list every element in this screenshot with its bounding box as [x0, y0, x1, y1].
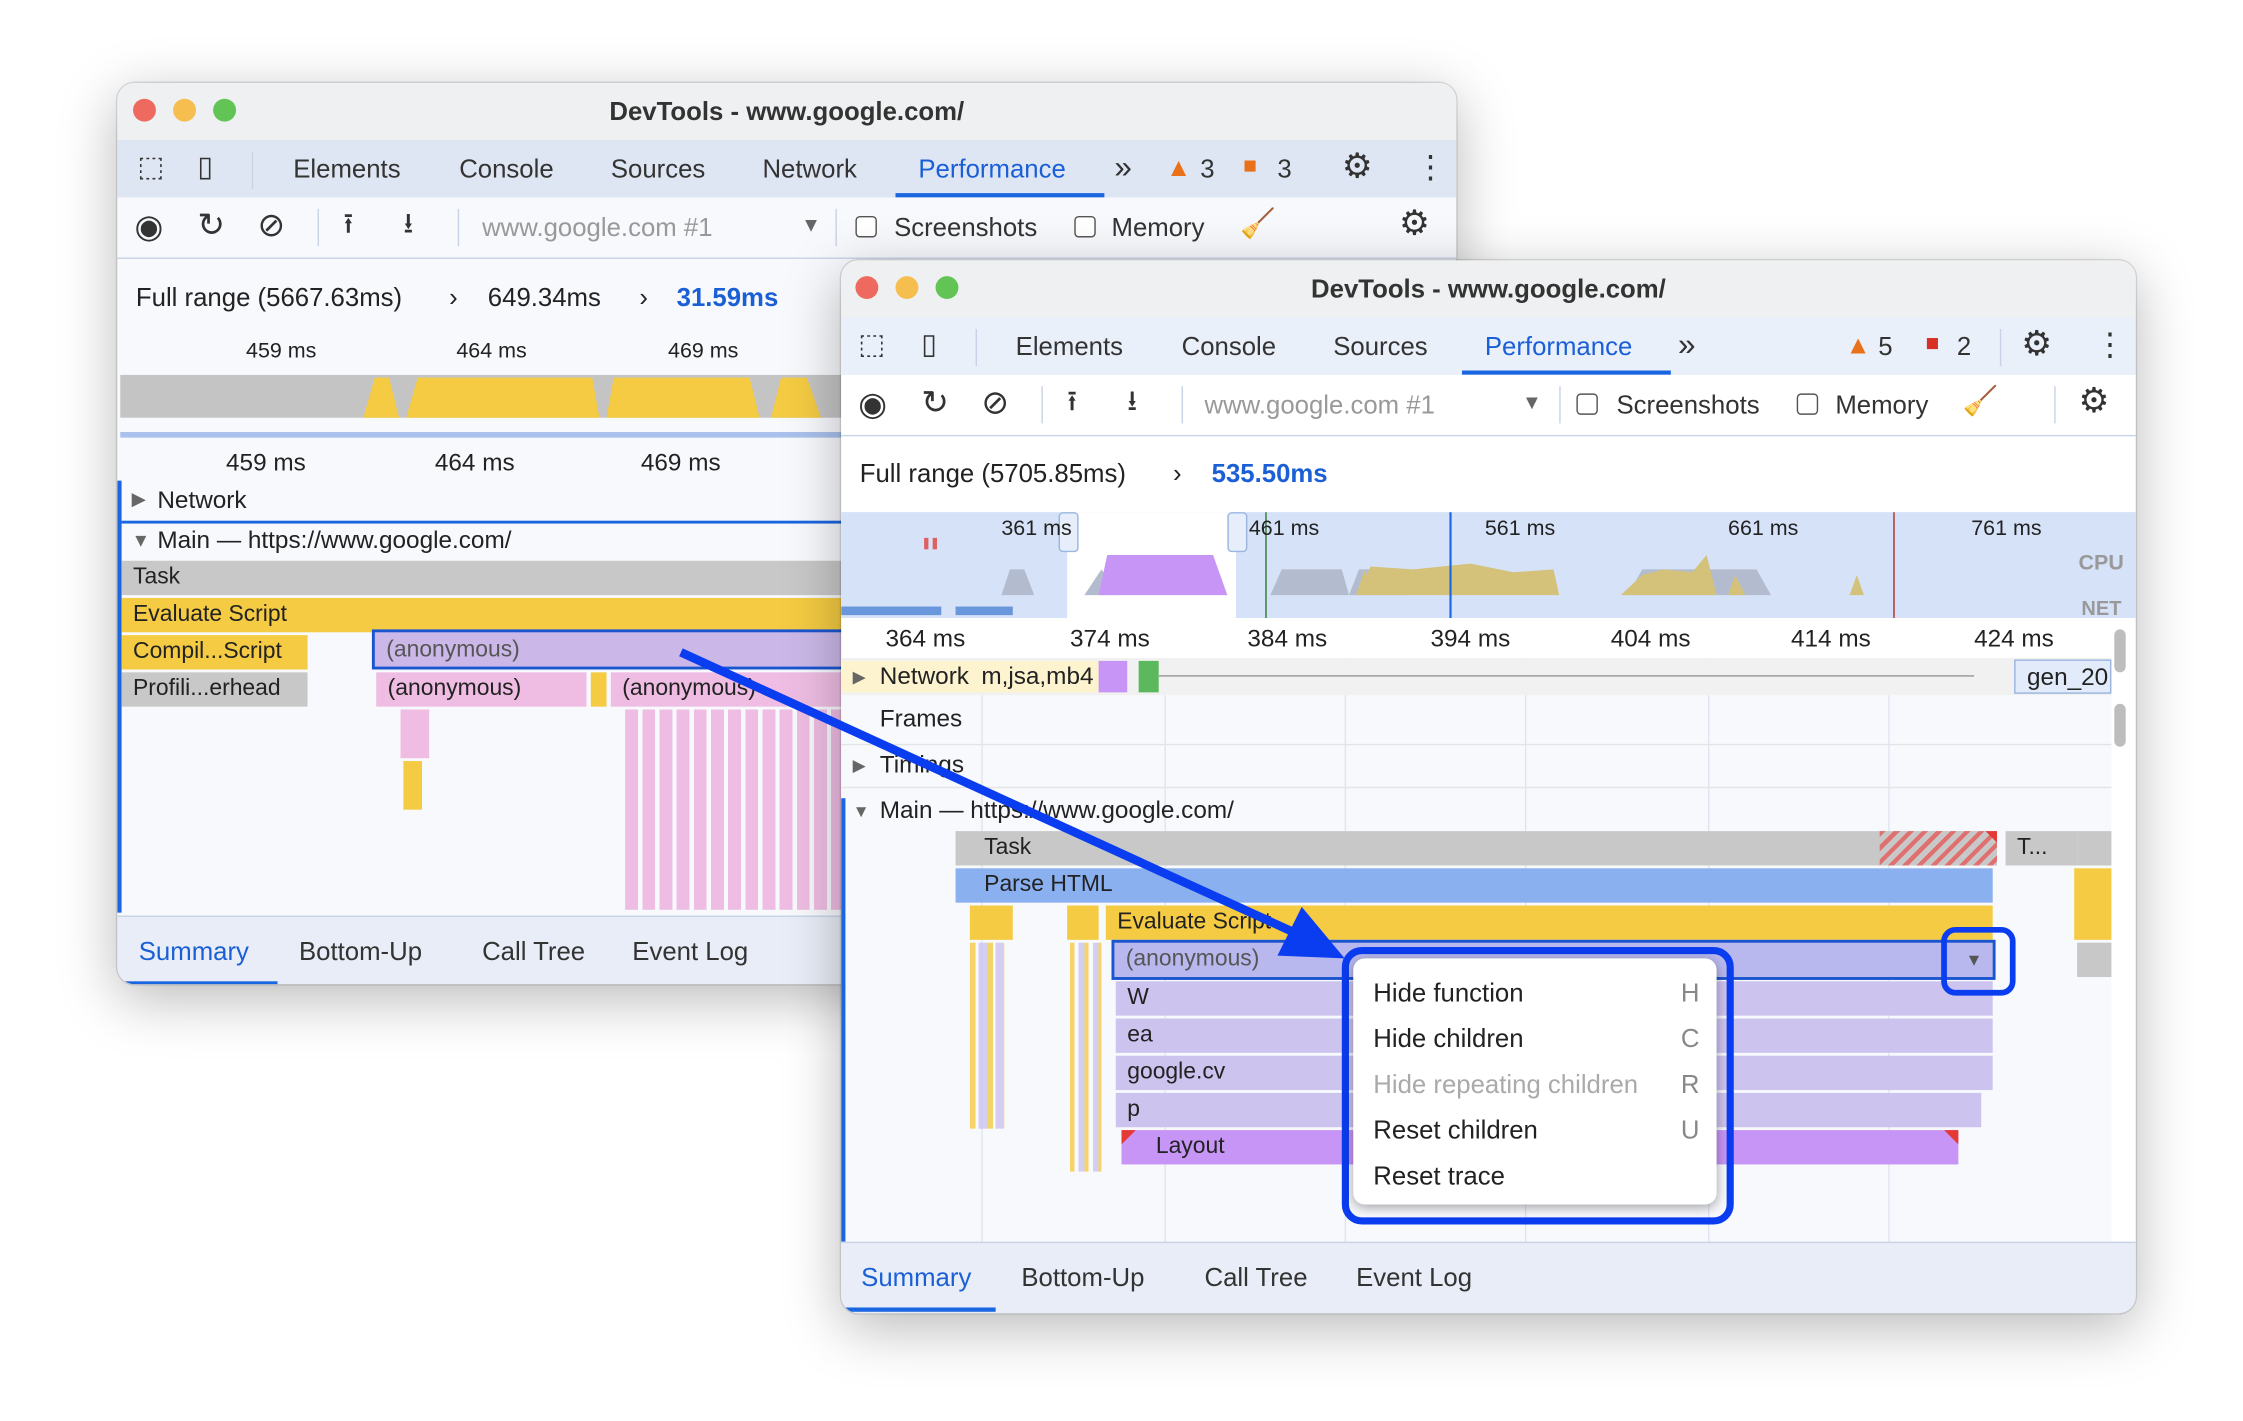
annotation-arrow: [679, 648, 1345, 959]
